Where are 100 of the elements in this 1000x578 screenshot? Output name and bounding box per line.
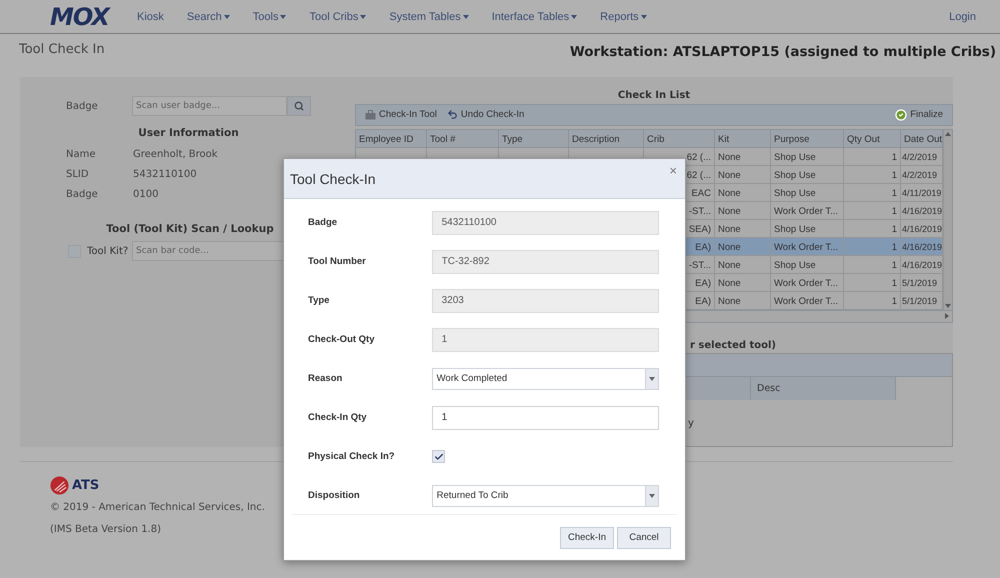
table-cell: 4/16/2019 <box>901 238 943 256</box>
table-cell: 1 <box>844 220 901 238</box>
input-field[interactable]: 3203 <box>432 288 659 312</box>
table-cell: Work Order T... <box>771 274 844 292</box>
table-cell: None <box>715 256 771 274</box>
column-header[interactable]: Employee ID <box>356 130 427 148</box>
info-label: Name <box>66 149 97 160</box>
workstation-label: Workstation: ATSLAPTOP15 (assigned to multiple Cribs) <box>570 44 996 60</box>
nav-menu-item[interactable]: Reports <box>600 10 647 22</box>
dropdown-field[interactable]: Work Completed <box>432 368 659 390</box>
nav-menu-item[interactable]: Kiosk <box>137 10 164 22</box>
undo-icon <box>446 109 458 120</box>
scroll-right-icon[interactable] <box>945 313 949 320</box>
column-header[interactable]: Date Out <box>901 130 943 148</box>
table-cell: 4/11/2019 <box>901 184 943 202</box>
table-cell: None <box>715 166 771 184</box>
table-cell: None <box>715 274 771 292</box>
toolbar-button[interactable]: Undo Check-In <box>442 109 530 120</box>
table-cell: 1 <box>844 274 901 292</box>
dropdown-field[interactable]: Returned To Crib <box>432 484 659 506</box>
nav-menu-item[interactable]: Tools <box>252 10 286 22</box>
table-cell: 5/1/2019 <box>901 274 943 292</box>
field-label: Badge <box>308 217 338 228</box>
scroll-up-icon[interactable] <box>945 132 951 136</box>
nav-menu-item[interactable]: Tool Cribs <box>309 10 366 22</box>
table-cell: Shop Use <box>771 148 844 166</box>
column-header[interactable]: Purpose <box>771 130 844 148</box>
toolbar-button[interactable]: Check-In Tool <box>360 109 442 120</box>
table-cell: 1 <box>844 148 901 166</box>
table-cell: Shop Use <box>771 184 844 202</box>
scrollbar[interactable] <box>943 130 952 310</box>
table-cell: 5/1/2019 <box>901 292 943 310</box>
version-text: (IMS Beta Version 1.8) <box>50 524 162 535</box>
input-field[interactable]: TC-32-892 <box>432 250 659 274</box>
input-field[interactable]: 5432110100 <box>432 210 659 234</box>
table-cell: None <box>715 220 771 238</box>
column-header[interactable]: Type <box>499 130 569 148</box>
table-cell: 1 <box>844 238 901 256</box>
caret-icon <box>649 494 655 498</box>
badge-field[interactable]: Scan user badge... <box>132 96 287 116</box>
details-text: y <box>688 418 695 430</box>
table-cell: None <box>715 292 771 310</box>
field-label: Physical Check In? <box>308 451 396 462</box>
info-value: 0100 <box>133 189 158 200</box>
toolbar-button[interactable]: Finalize <box>890 108 948 121</box>
info-value: 5432110100 <box>133 169 197 180</box>
column-header[interactable]: Description <box>569 130 644 148</box>
page-title: Tool Check In <box>19 42 105 57</box>
table-cell: Shop Use <box>771 256 844 274</box>
search-button[interactable] <box>287 96 311 116</box>
login-link[interactable]: Login <box>949 10 976 22</box>
nav-menu-item[interactable]: Search <box>186 10 230 22</box>
field-label: Check-Out Qty <box>308 334 376 345</box>
copyright-text: © 2019 - American Technical Services, Inc. <box>50 502 266 513</box>
logo-icon <box>50 476 69 495</box>
table-cell: 1 <box>844 202 901 220</box>
column-header[interactable]: Kit <box>715 130 771 148</box>
table-cell: 4/16/2019 <box>901 220 943 238</box>
table-cell: 4/2/2019 <box>901 148 943 166</box>
table-cell: 4/2/2019 <box>901 166 943 184</box>
dialog-button[interactable]: Cancel <box>617 526 671 548</box>
input-field[interactable]: 1 <box>432 328 659 352</box>
column-header[interactable]: Qty Out <box>844 130 901 148</box>
field-label: Type <box>308 295 330 306</box>
table-cell: None <box>715 184 771 202</box>
close-button[interactable]: × <box>669 163 677 178</box>
toolbox-icon <box>365 110 376 120</box>
info-label: Badge <box>66 189 99 200</box>
dialog-button[interactable]: Check-In <box>560 526 614 548</box>
dialog-title: Tool Check-In <box>290 170 376 186</box>
table-cell: Shop Use <box>771 220 844 238</box>
column-header[interactable]: Crib <box>644 130 715 148</box>
section-title: Tool (Tool Kit) Scan / Lookup <box>105 223 275 235</box>
tool-kit-label: Tool Kit? <box>87 246 130 256</box>
table-cell: None <box>715 202 771 220</box>
info-label: SLID <box>66 169 90 180</box>
table-cell: Shop Use <box>771 166 844 184</box>
column-header[interactable]: Desc <box>751 377 896 400</box>
table-cell: 1 <box>844 292 901 310</box>
table-cell: Work Order T... <box>771 202 844 220</box>
search-icon <box>294 101 304 111</box>
input-field[interactable]: 1 <box>432 406 659 430</box>
nav-menu-item[interactable]: System Tables <box>389 10 469 22</box>
table-cell: 4/16/2019 <box>901 256 943 274</box>
check-circle-icon <box>895 108 908 121</box>
table-cell: Work Order T... <box>771 238 844 256</box>
logo[interactable]: MOX <box>50 2 122 30</box>
table-cell: None <box>715 148 771 166</box>
table-cell: 4/16/2019 <box>901 202 943 220</box>
table-cell: Work Order T... <box>771 292 844 310</box>
info-value: Greenholt, Brook <box>133 149 218 160</box>
table-cell: 1 <box>844 166 901 184</box>
nav-menu-item[interactable]: Interface Tables <box>492 10 578 22</box>
badge-label: Badge <box>66 100 99 112</box>
table-cell: 1 <box>844 256 901 274</box>
list-title: Check In List <box>616 90 692 101</box>
checkbox[interactable] <box>432 450 445 463</box>
column-header[interactable]: Tool # <box>427 130 499 148</box>
section-title: User Information <box>137 127 240 139</box>
table-cell: None <box>715 238 771 256</box>
